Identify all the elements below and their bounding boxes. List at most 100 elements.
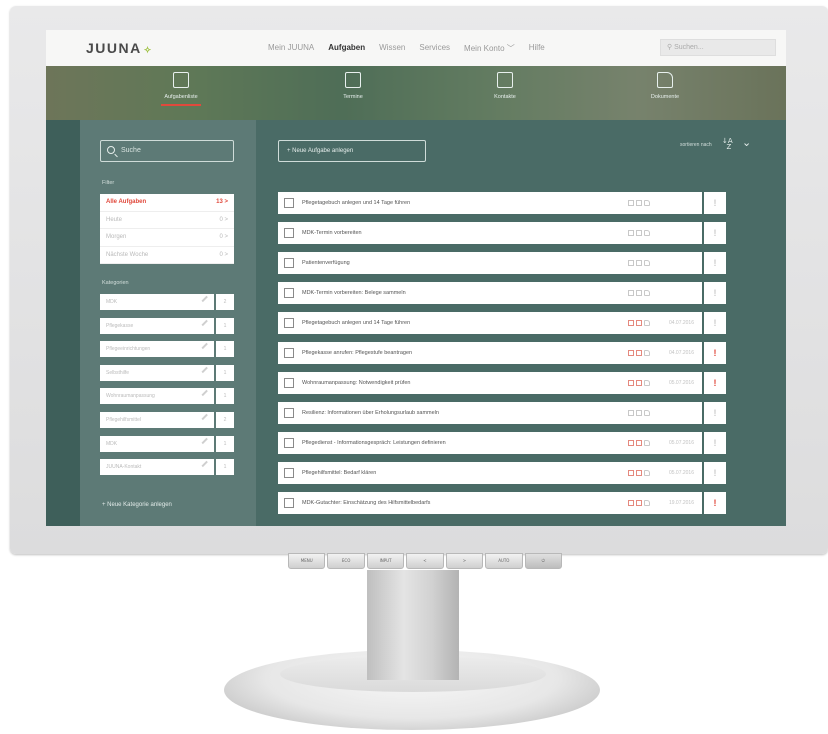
task-checkbox[interactable] (284, 198, 294, 208)
category-item[interactable]: MDK 2 (100, 294, 234, 310)
task-checkbox[interactable] (284, 408, 294, 418)
edit-pencil-icon[interactable] (201, 295, 208, 302)
priority-flag-icon[interactable]: ! (704, 342, 726, 364)
category-item[interactable]: MDK 1 (100, 435, 234, 452)
task-row[interactable]: Wohnraumanpassung: Notwendigkeit prüfen 0… (278, 372, 726, 394)
nav-item[interactable]: Mein JUUNA (268, 43, 314, 54)
chevron-down-icon[interactable]: ⌄ (742, 136, 751, 149)
task-row[interactable]: Pflegekasse anrufen: Pflegestufe beantra… (278, 342, 726, 364)
nav-item[interactable]: Wissen (379, 43, 405, 54)
edit-pencil-icon[interactable] (201, 342, 208, 349)
filter-item[interactable]: Morgen 0 > (100, 229, 234, 247)
task-checkbox[interactable] (284, 258, 294, 268)
contact-icon[interactable] (636, 440, 642, 446)
filter-item[interactable]: Nächste Woche 0 > (100, 247, 234, 264)
filter-item[interactable]: Alle Aufgaben 13 > (100, 194, 234, 212)
priority-flag-icon[interactable]: ! (704, 312, 726, 334)
task-row[interactable]: Resilienz: Informationen über Erholungsu… (278, 402, 726, 424)
task-card[interactable]: Pflegetagebuch anlegen und 14 Tage führe… (278, 192, 702, 214)
category-item[interactable]: Wohnraumanpassung 1 (100, 388, 234, 405)
edit-pencil-icon[interactable] (201, 460, 208, 467)
folder-icon[interactable] (644, 500, 650, 506)
task-row[interactable]: Pflegedienst - Informationsgespräch: Lei… (278, 432, 726, 454)
task-row[interactable]: Pflegetagebuch anlegen und 14 Tage führe… (278, 192, 726, 214)
calendar-icon[interactable] (628, 410, 634, 416)
new-task-button[interactable]: + Neue Aufgabe anlegen (278, 140, 426, 162)
contact-icon[interactable] (636, 470, 642, 476)
contact-icon[interactable] (636, 350, 642, 356)
task-card[interactable]: MDK-Termin vorbereiten: Belege sammeln (278, 282, 702, 304)
task-row[interactable]: Pflegehilfsmittel: Bedarf klären 05.07.20… (278, 462, 726, 484)
calendar-icon[interactable] (628, 440, 634, 446)
task-card[interactable]: Pflegetagebuch anlegen und 14 Tage führe… (278, 312, 702, 334)
task-checkbox[interactable] (284, 348, 294, 358)
calendar-icon[interactable] (628, 380, 634, 386)
priority-flag-icon[interactable]: ! (704, 402, 726, 424)
calendar-icon[interactable] (628, 320, 634, 326)
header-search-input[interactable]: ⚲ Suchen... (660, 39, 776, 56)
calendar-icon[interactable] (628, 230, 634, 236)
folder-icon[interactable] (644, 440, 650, 446)
contact-icon[interactable] (636, 260, 642, 266)
task-row[interactable]: Pflegetagebuch anlegen und 14 Tage führe… (278, 312, 726, 334)
contact-icon[interactable] (636, 290, 642, 296)
task-card[interactable]: Pflegedienst - Informationsgespräch: Lei… (278, 432, 702, 454)
category-item[interactable]: Selbsthilfe 1 (100, 364, 234, 381)
priority-flag-icon[interactable]: ! (704, 432, 726, 454)
task-checkbox[interactable] (284, 378, 294, 388)
tab-termine[interactable]: Termine (308, 72, 398, 106)
contact-icon[interactable] (636, 230, 642, 236)
priority-flag-icon[interactable]: ! (704, 222, 726, 244)
folder-icon[interactable] (644, 470, 650, 476)
calendar-icon[interactable] (628, 260, 634, 266)
task-card[interactable]: Pflegehilfsmittel: Bedarf klären 05.07.20… (278, 462, 702, 484)
folder-icon[interactable] (644, 380, 650, 386)
priority-flag-icon[interactable]: ! (704, 372, 726, 394)
category-item[interactable]: Pflegekasse 1 (100, 317, 234, 334)
task-row[interactable]: Patientenverfügung! (278, 252, 726, 274)
task-checkbox[interactable] (284, 468, 294, 478)
task-checkbox[interactable] (284, 438, 294, 448)
contact-icon[interactable] (636, 410, 642, 416)
tab-aufgabenliste[interactable]: Aufgabenliste (136, 72, 226, 106)
category-item[interactable]: Pflegeeinrichtungen 1 (100, 341, 234, 358)
task-card[interactable]: Pflegekasse anrufen: Pflegestufe beantra… (278, 342, 702, 364)
task-checkbox[interactable] (284, 288, 294, 298)
sort-az-icon[interactable]: ↓A Z (722, 138, 733, 151)
task-card[interactable]: MDK-Gutachter: Einschätzung des Hilfsmit… (278, 492, 702, 514)
edit-pencil-icon[interactable] (201, 319, 208, 326)
priority-flag-icon[interactable]: ! (704, 282, 726, 304)
edit-pencil-icon[interactable] (201, 390, 208, 397)
nav-item[interactable]: Services (419, 43, 450, 54)
tab-kontakte[interactable]: Kontakte (460, 72, 550, 106)
nav-item[interactable]: Mein Konto ﹀ (464, 43, 515, 54)
calendar-icon[interactable] (628, 350, 634, 356)
priority-flag-icon[interactable]: ! (704, 252, 726, 274)
category-item[interactable]: Pflegehilfsmittel 2 (100, 412, 234, 428)
edit-pencil-icon[interactable] (201, 366, 208, 373)
nav-item[interactable]: Aufgaben (328, 43, 365, 54)
folder-icon[interactable] (644, 200, 650, 206)
folder-icon[interactable] (644, 230, 650, 236)
sidebar-search-input[interactable]: Suche (100, 140, 234, 162)
task-row[interactable]: MDK-Gutachter: Einschätzung des Hilfsmit… (278, 492, 726, 514)
task-card[interactable]: Patientenverfügung (278, 252, 702, 274)
priority-flag-icon[interactable]: ! (704, 492, 726, 514)
calendar-icon[interactable] (628, 470, 634, 476)
calendar-icon[interactable] (628, 290, 634, 296)
edit-pencil-icon[interactable] (201, 413, 208, 420)
calendar-icon[interactable] (628, 200, 634, 206)
folder-icon[interactable] (644, 290, 650, 296)
task-checkbox[interactable] (284, 498, 294, 508)
contact-icon[interactable] (636, 320, 642, 326)
tab-dokumente[interactable]: Dokumente (620, 72, 710, 106)
folder-icon[interactable] (644, 260, 650, 266)
category-item[interactable]: JUUNA-Kontakt 1 (100, 459, 234, 476)
task-card[interactable]: MDK-Termin vorbereiten (278, 222, 702, 244)
task-checkbox[interactable] (284, 228, 294, 238)
logo[interactable]: JUUNA ✧ (86, 40, 153, 56)
task-row[interactable]: MDK-Termin vorbereiten: Belege sammeln! (278, 282, 726, 304)
priority-flag-icon[interactable]: ! (704, 462, 726, 484)
contact-icon[interactable] (636, 500, 642, 506)
task-checkbox[interactable] (284, 318, 294, 328)
